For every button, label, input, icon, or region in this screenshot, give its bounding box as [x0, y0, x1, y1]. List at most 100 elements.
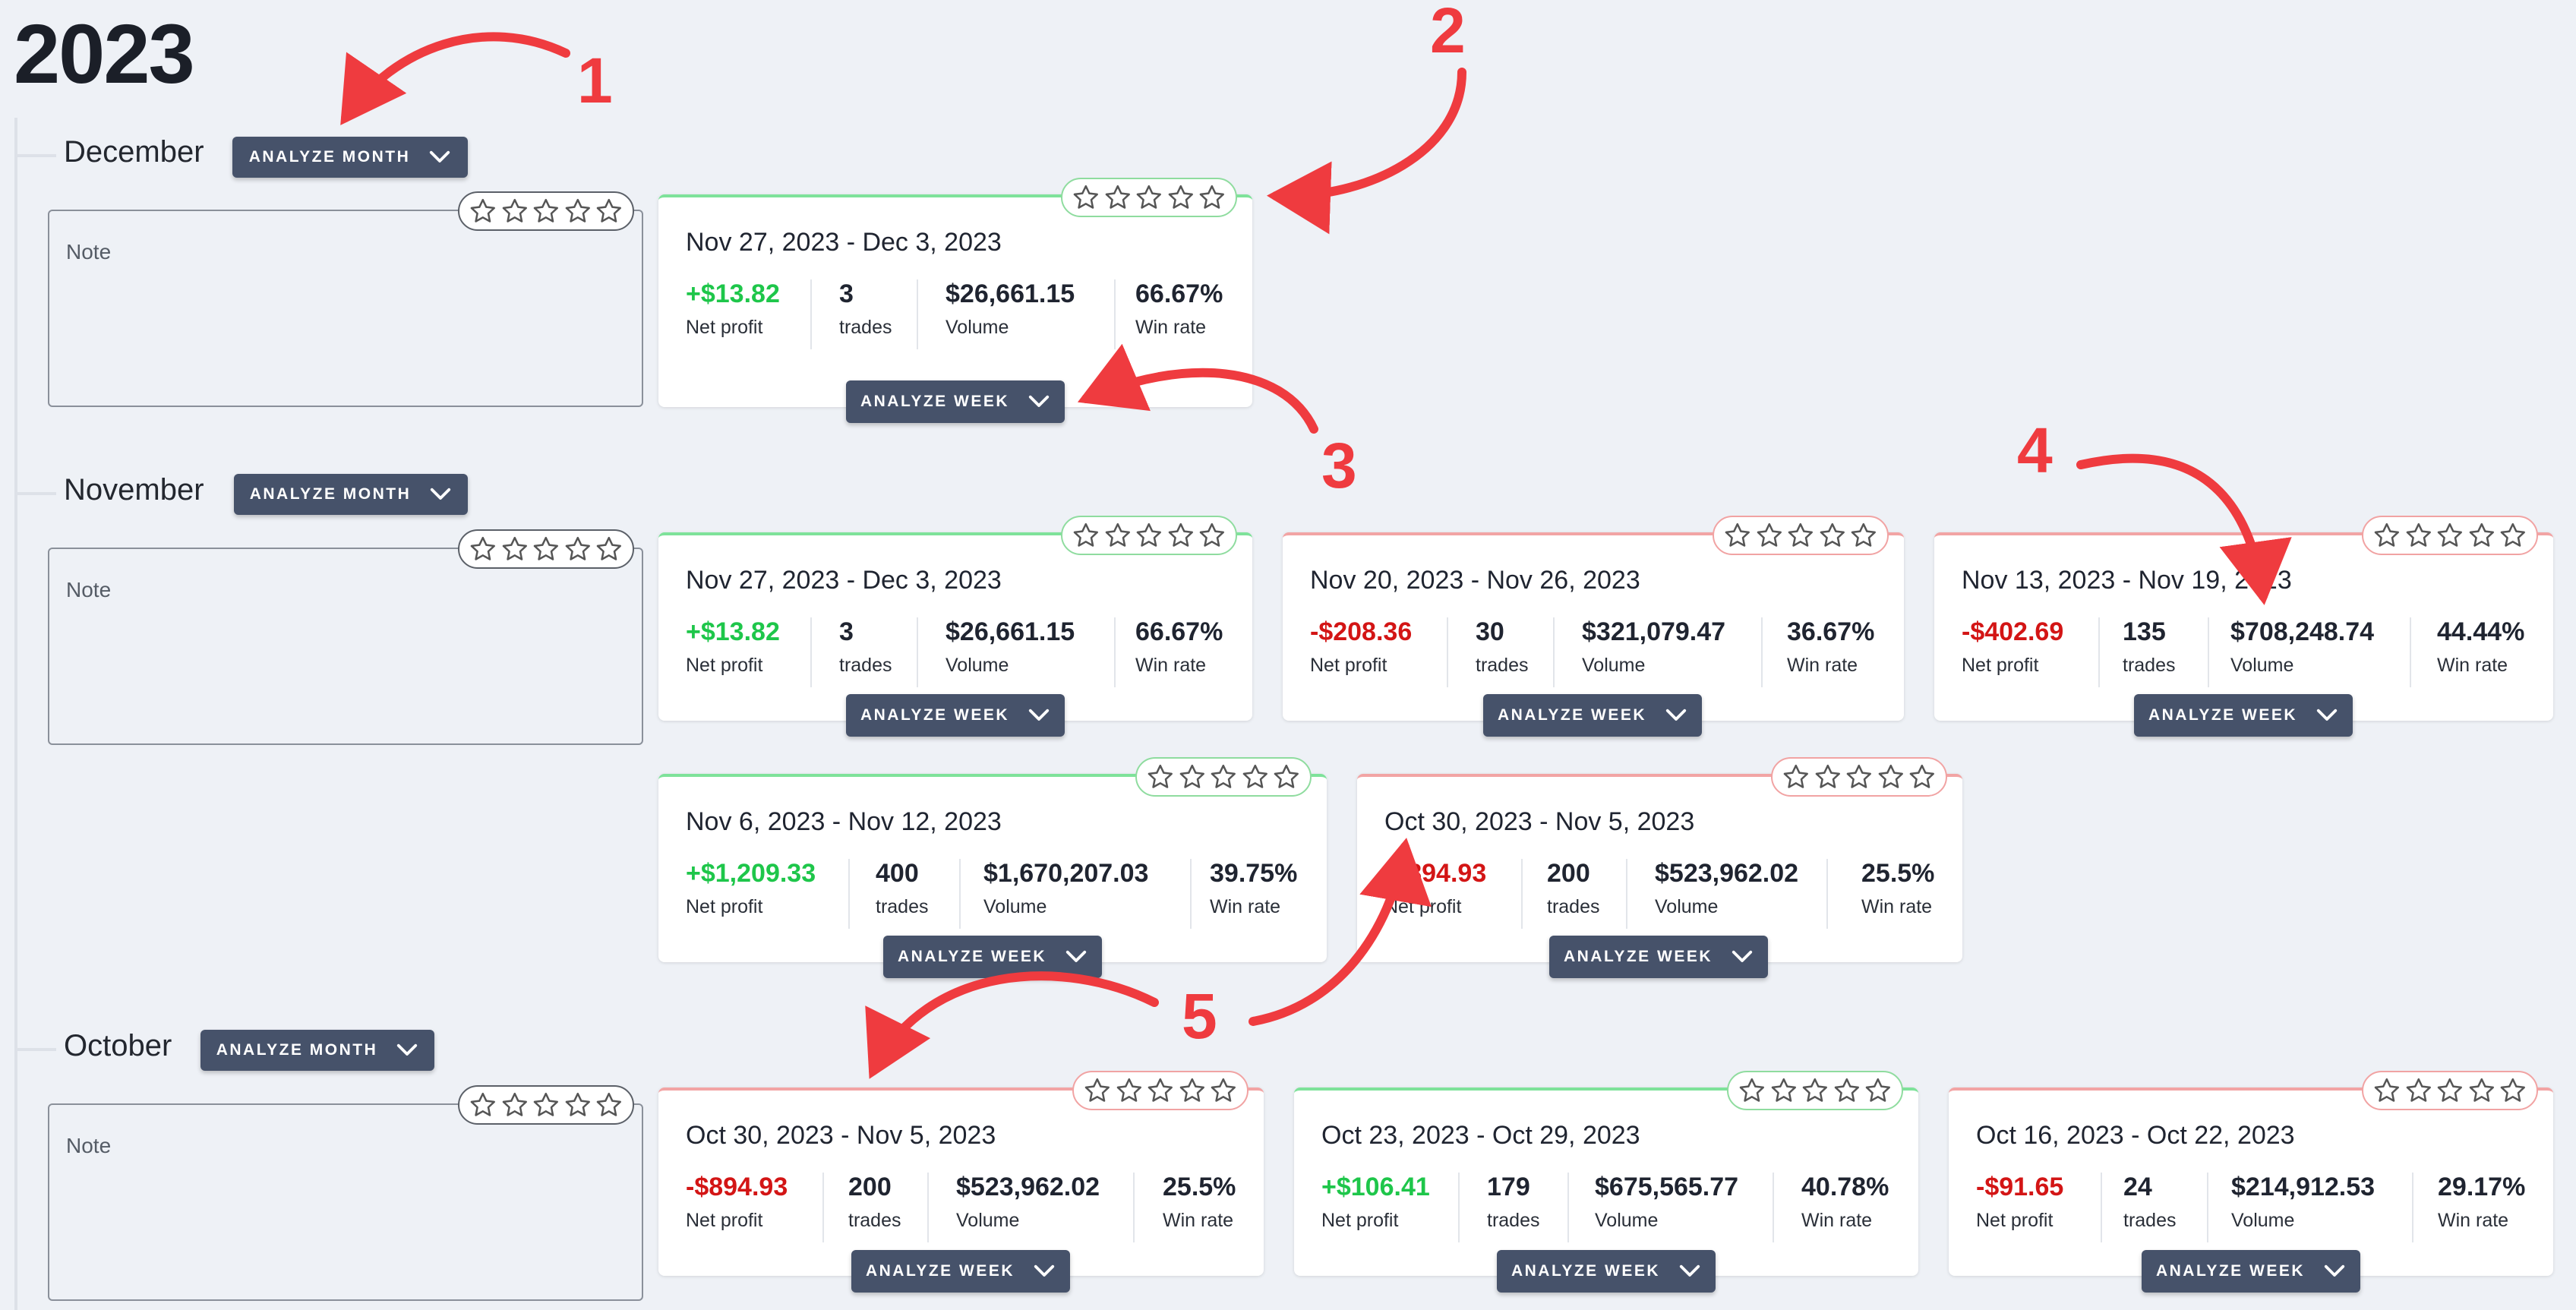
star-icon[interactable] [1877, 762, 1905, 791]
star-icon[interactable] [1166, 521, 1195, 550]
analyze-week-button[interactable]: ANALYZE WEEK [846, 380, 1065, 423]
analyze-week-button[interactable]: ANALYZE WEEK [851, 1250, 1070, 1293]
analyze-week-button[interactable]: ANALYZE WEEK [2142, 1250, 2360, 1293]
star-icon[interactable] [1769, 1076, 1798, 1105]
star-icon[interactable] [2372, 1076, 2401, 1105]
analyze-week-label: ANALYZE WEEK [1497, 706, 1647, 724]
net-profit-label: Net profit [1962, 655, 2039, 676]
star-icon[interactable] [532, 197, 560, 226]
month-rating[interactable] [458, 1085, 634, 1125]
star-icon[interactable] [500, 535, 529, 563]
month-rating[interactable] [458, 529, 634, 569]
star-icon[interactable] [1241, 762, 1270, 791]
analyze-month-button[interactable]: ANALYZE MONTH [232, 137, 468, 178]
week-rating[interactable] [1072, 1071, 1249, 1110]
volume-value: $675,565.77 [1595, 1173, 1739, 1201]
week-rating[interactable] [1713, 516, 1889, 555]
star-icon[interactable] [500, 1091, 529, 1119]
star-icon[interactable] [2436, 521, 2464, 550]
week-rating[interactable] [1061, 178, 1237, 217]
month-note-field[interactable]: Note [48, 210, 643, 407]
star-icon[interactable] [2404, 521, 2433, 550]
week-rating[interactable] [1727, 1071, 1903, 1110]
analyze-week-button[interactable]: ANALYZE WEEK [1497, 1250, 1716, 1293]
star-icon[interactable] [1864, 1076, 1893, 1105]
week-rating[interactable] [1771, 757, 1947, 797]
month-note-field[interactable]: Note [48, 548, 643, 745]
star-icon[interactable] [564, 197, 592, 226]
star-icon[interactable] [564, 1091, 592, 1119]
star-icon[interactable] [1786, 521, 1815, 550]
month-rating[interactable] [458, 191, 634, 231]
star-icon[interactable] [1135, 521, 1163, 550]
star-icon[interactable] [1115, 1076, 1144, 1105]
star-icon[interactable] [2372, 521, 2401, 550]
analyze-month-button[interactable]: ANALYZE MONTH [200, 1030, 434, 1071]
star-icon[interactable] [2499, 1076, 2527, 1105]
volume-stat: $675,565.77 Volume [1595, 1173, 1738, 1232]
star-icon[interactable] [595, 1091, 623, 1119]
timeline-tick [14, 492, 56, 495]
week-rating[interactable] [2362, 516, 2538, 555]
star-icon[interactable] [1908, 762, 1937, 791]
month-note-field[interactable]: Note [48, 1103, 643, 1301]
star-icon[interactable] [2499, 521, 2527, 550]
star-icon[interactable] [1833, 1076, 1861, 1105]
week-range: Oct 23, 2023 - Oct 29, 2023 [1321, 1121, 1640, 1150]
star-icon[interactable] [564, 535, 592, 563]
star-icon[interactable] [1198, 183, 1226, 212]
analyze-week-button[interactable]: ANALYZE WEEK [2134, 694, 2353, 737]
star-icon[interactable] [1178, 1076, 1207, 1105]
analyze-week-button[interactable]: ANALYZE WEEK [1483, 694, 1702, 737]
star-icon[interactable] [500, 197, 529, 226]
star-icon[interactable] [532, 1091, 560, 1119]
star-icon[interactable] [1103, 521, 1132, 550]
week-rating[interactable] [1135, 757, 1312, 797]
star-icon[interactable] [1103, 183, 1132, 212]
star-icon[interactable] [1723, 521, 1752, 550]
star-icon[interactable] [1166, 183, 1195, 212]
star-icon[interactable] [1755, 521, 1784, 550]
star-icon[interactable] [469, 1091, 497, 1119]
week-card: Nov 6, 2023 - Nov 12, 2023 +$1,209.33 Net… [658, 774, 1327, 962]
analyze-week-button[interactable]: ANALYZE WEEK [883, 936, 1102, 978]
star-icon[interactable] [1178, 762, 1207, 791]
star-icon[interactable] [1849, 521, 1878, 550]
star-icon[interactable] [595, 535, 623, 563]
net-profit-value: -$402.69 [1962, 617, 2064, 646]
star-icon[interactable] [469, 197, 497, 226]
win-rate-stat: 36.67% Win rate [1787, 617, 1874, 677]
star-icon[interactable] [1146, 762, 1175, 791]
star-icon[interactable] [2467, 521, 2496, 550]
star-icon[interactable] [532, 535, 560, 563]
trades-label: trades [1547, 896, 1600, 917]
star-icon[interactable] [1083, 1076, 1112, 1105]
week-rating[interactable] [1061, 516, 1237, 555]
star-icon[interactable] [1135, 183, 1163, 212]
star-icon[interactable] [2436, 1076, 2464, 1105]
analyze-week-button[interactable]: ANALYZE WEEK [846, 694, 1065, 737]
star-icon[interactable] [2404, 1076, 2433, 1105]
star-icon[interactable] [1209, 1076, 1238, 1105]
star-icon[interactable] [1801, 1076, 1829, 1105]
star-icon[interactable] [469, 535, 497, 563]
star-icon[interactable] [1146, 1076, 1175, 1105]
star-icon[interactable] [1198, 521, 1226, 550]
star-icon[interactable] [1072, 183, 1100, 212]
star-icon[interactable] [1272, 762, 1301, 791]
volume-label: Volume [983, 896, 1047, 917]
volume-label: Volume [945, 317, 1009, 338]
analyze-week-button[interactable]: ANALYZE WEEK [1549, 936, 1768, 978]
star-icon[interactable] [595, 197, 623, 226]
star-icon[interactable] [1782, 762, 1810, 791]
trades-label: trades [1487, 1210, 1540, 1231]
star-icon[interactable] [1738, 1076, 1766, 1105]
star-icon[interactable] [2467, 1076, 2496, 1105]
star-icon[interactable] [1072, 521, 1100, 550]
week-rating[interactable] [2362, 1071, 2538, 1110]
star-icon[interactable] [1814, 762, 1842, 791]
analyze-month-button[interactable]: ANALYZE MONTH [234, 474, 468, 515]
star-icon[interactable] [1845, 762, 1874, 791]
star-icon[interactable] [1209, 762, 1238, 791]
star-icon[interactable] [1818, 521, 1847, 550]
